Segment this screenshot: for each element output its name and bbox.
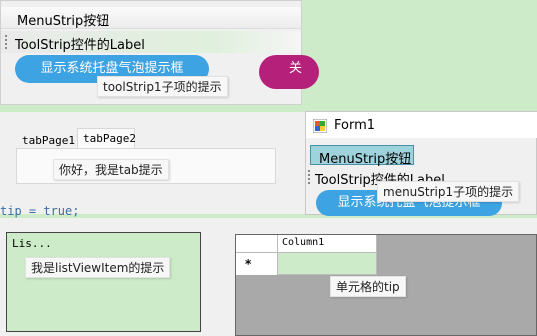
- listview-tooltip: 我是listViewItem的提示: [25, 257, 171, 278]
- form1-menu-button[interactable]: MenuStrip按钮: [310, 145, 414, 167]
- grid-column-header[interactable]: Column1: [278, 235, 377, 253]
- form1-menu-tooltip: menuStrip1子项的提示: [377, 181, 520, 202]
- grid-cell-tooltip: 单元格的tip: [330, 276, 406, 297]
- tab-page1[interactable]: tabPage1: [22, 134, 75, 147]
- form-icon: [312, 118, 328, 134]
- menu-strip-button[interactable]: MenuStrip按钮: [17, 10, 109, 29]
- toolstrip-grip-icon[interactable]: [5, 35, 8, 51]
- grid-corner-header[interactable]: [236, 235, 278, 253]
- purple-button[interactable]: 关: [259, 55, 319, 89]
- toolstrip-label: ToolStrip控件的Label: [15, 38, 145, 53]
- form1-toolstrip-grip-icon[interactable]: [308, 170, 311, 186]
- listview-item[interactable]: Lis...: [12, 237, 52, 250]
- form1-title-bar: Form1: [306, 112, 537, 138]
- tab-tooltip: 你好，我是tab提示: [53, 159, 169, 180]
- grid-row-marker[interactable]: *: [236, 253, 278, 275]
- listview[interactable]: Lis...: [6, 232, 201, 332]
- form1-menu-label: MenuStrip按钮: [319, 152, 412, 167]
- grid-cell[interactable]: [278, 253, 377, 275]
- form1-title: Form1: [334, 118, 376, 133]
- tool-strip: ToolStrip控件的Label: [1, 31, 301, 53]
- code-fragment: tip = true;: [0, 204, 80, 218]
- menu-strip: MenuStrip按钮: [1, 7, 301, 29]
- tab-page2[interactable]: tabPage2: [77, 128, 136, 148]
- toolstrip-tooltip: toolStrip1子项的提示: [97, 76, 228, 97]
